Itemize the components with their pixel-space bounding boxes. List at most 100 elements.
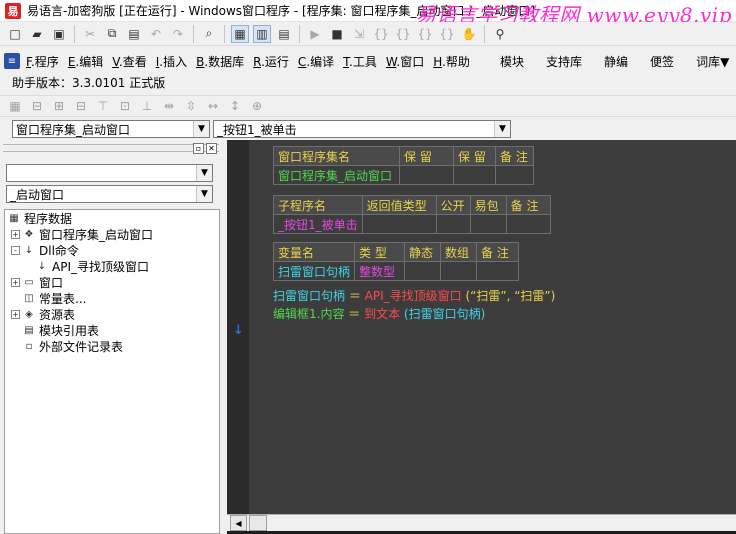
center-form-icon[interactable]: ⊕ (248, 97, 266, 115)
restore-panel-icon[interactable]: ▫ (193, 143, 204, 154)
tree-item-resources[interactable]: + ◈ 资源表 (11, 306, 75, 322)
variable-type-cell[interactable]: 整数型 (354, 261, 406, 281)
panel-grip[interactable] (3, 144, 219, 152)
table-cell[interactable] (399, 165, 454, 185)
find-icon[interactable]: ⌕ (200, 25, 218, 43)
object-select[interactable]: ▼ (6, 164, 213, 182)
menu-insert[interactable]: I.插入 (156, 53, 187, 70)
close-icon[interactable]: ✕ (206, 143, 217, 154)
table-cell[interactable] (469, 214, 507, 234)
editor-gutter[interactable]: ↓ (227, 140, 249, 514)
code-operator: ＝ (344, 307, 365, 321)
expand-icon[interactable]: + (11, 277, 20, 287)
variable-name-cell[interactable]: 扫雷窗口句柄 (272, 261, 356, 281)
align-bottom-icon[interactable]: ⊥ (138, 97, 156, 115)
assembly-select[interactable]: 窗口程序集_启动窗口 ▼ (12, 120, 210, 138)
expand-icon[interactable]: + (11, 229, 20, 239)
tree-item-label: 资源表 (39, 307, 76, 322)
chevron-down-icon[interactable]: ▼ (494, 121, 510, 137)
table-cell[interactable] (435, 214, 471, 234)
menu-edit[interactable]: E.编辑 (68, 53, 103, 70)
expand-icon[interactable]: + (11, 309, 20, 319)
step-icon[interactable]: ⇲ (350, 25, 368, 43)
align-left-icon[interactable]: ⊟ (28, 97, 46, 115)
menu-lexicon[interactable]: 词库▼ (696, 53, 729, 70)
redo-icon[interactable]: ↷ (169, 25, 187, 43)
table-cell[interactable] (505, 214, 551, 234)
table-header: 类 型 (354, 242, 406, 262)
undo-icon[interactable]: ↶ (147, 25, 165, 43)
code-editor[interactable]: ↓ 窗口程序集名 保 留 保 留 备 注 窗口程序集_启动窗口 子程序名 返回值… (227, 140, 736, 534)
space-vertical-icon[interactable]: ⇳ (182, 97, 200, 115)
table-cell[interactable] (361, 214, 437, 234)
same-height-icon[interactable]: ↕ (226, 97, 244, 115)
tree-item-constants[interactable]: ◫ 常量表... (22, 290, 86, 306)
run-to-cursor-icon[interactable]: {} (438, 25, 456, 43)
tree-item-assembly[interactable]: + ❖ 窗口程序集_启动窗口 (11, 226, 153, 242)
tree-item-windows[interactable]: + ▭ 窗口 (11, 274, 63, 290)
paste-icon[interactable]: ▤ (125, 25, 143, 43)
menu-help[interactable]: H.帮助 (433, 53, 470, 70)
align-right-icon[interactable]: ⊟ (72, 97, 90, 115)
tree-item-program-data[interactable]: ▦ 程序数据 (7, 210, 72, 226)
chevron-down-icon[interactable]: ▼ (193, 121, 209, 137)
binoculars-icon[interactable]: ⚲ (491, 25, 509, 43)
stop-icon[interactable]: ■ (328, 25, 346, 43)
chevron-down-icon[interactable]: ▼ (196, 186, 212, 202)
scroll-left-icon[interactable]: ◀ (230, 515, 247, 531)
subroutine-name-cell[interactable]: _按钮1_被单击 (273, 214, 363, 234)
menu-compile-label: .编译 (306, 54, 335, 69)
code-area[interactable]: 窗口程序集名 保 留 保 留 备 注 窗口程序集_启动窗口 子程序名 返回值类型… (249, 140, 736, 514)
layout-1-icon[interactable]: ▦ (231, 24, 249, 43)
tree-item-external-files[interactable]: ▫ 外部文件记录表 (22, 338, 123, 354)
collapse-icon[interactable]: - (11, 245, 20, 255)
menu-notes[interactable]: 便签 (650, 53, 674, 70)
menu-static-compile[interactable]: 静编 (604, 53, 628, 70)
table-cell[interactable] (453, 165, 496, 185)
table-cell[interactable] (476, 261, 520, 281)
space-horizontal-icon[interactable]: ⇹ (160, 97, 178, 115)
align-middle-icon[interactable]: ⊡ (116, 97, 134, 115)
menu-view[interactable]: V.查看 (112, 53, 147, 70)
assembly-name-cell[interactable]: 窗口程序集_启动窗口 (273, 165, 400, 185)
chevron-down-icon[interactable]: ▼ (196, 165, 212, 181)
menu-support-lib[interactable]: 支持库 (546, 53, 582, 70)
align-center-icon[interactable]: ⊞ (50, 97, 68, 115)
step-over-icon[interactable]: {} (416, 25, 434, 43)
layout-2-icon[interactable]: ▥ (253, 24, 271, 43)
code-line[interactable]: 扫雷窗口句柄 ＝ API_寻找顶级窗口 (“扫雷”, “扫雷”) (273, 287, 555, 304)
menu-module[interactable]: 模块 (500, 53, 524, 70)
subroutine-select[interactable]: _按钮1_被单击 ▼ (213, 120, 511, 138)
step-into-icon[interactable]: {} (372, 25, 390, 43)
horizontal-scrollbar[interactable]: ◀ (227, 514, 736, 531)
run-icon[interactable]: ▶ (306, 25, 324, 43)
table-cell[interactable] (495, 165, 534, 185)
menu-window[interactable]: W.窗口 (386, 53, 424, 70)
align-top-icon[interactable]: ⊤ (94, 97, 112, 115)
open-folder-icon[interactable]: ▰ (28, 25, 46, 43)
menu-compile[interactable]: C.编译 (298, 53, 334, 70)
menu-database[interactable]: B.数据库 (196, 53, 244, 70)
copy-icon[interactable]: ⧉ (103, 25, 121, 43)
table-header: 备 注 (495, 146, 534, 166)
grid-icon[interactable]: ▦ (6, 97, 24, 115)
tree-item-dll-commands[interactable]: - ↓ Dll命令 (11, 242, 79, 258)
window-select[interactable]: _启动窗口 ▼ (6, 185, 213, 203)
step-out-icon[interactable]: {} (394, 25, 412, 43)
save-icon[interactable]: ▣ (50, 25, 68, 43)
layout-3-icon[interactable]: ▤ (275, 25, 293, 43)
cut-icon[interactable]: ✂ (81, 25, 99, 43)
menu-program[interactable]: F.程序 (26, 53, 59, 70)
tree-item-module-refs[interactable]: ▤ 模块引用表 (22, 322, 99, 338)
menu-tools[interactable]: T.工具 (343, 53, 377, 70)
new-file-icon[interactable]: □ (6, 25, 24, 43)
code-line[interactable]: 编辑框1.内容 ＝ 到文本 (扫雷窗口句柄) (273, 305, 485, 322)
tree-item-api-find-window[interactable]: ↓ API_寻找顶级窗口 (35, 258, 149, 274)
scroll-thumb[interactable] (249, 515, 267, 531)
table-cell[interactable] (440, 261, 478, 281)
table-header: 窗口程序集名 (273, 146, 400, 166)
same-width-icon[interactable]: ↔ (204, 97, 222, 115)
hand-icon[interactable]: ✋ (460, 25, 478, 43)
table-cell[interactable] (404, 261, 442, 281)
menu-run[interactable]: R.运行 (253, 53, 289, 70)
